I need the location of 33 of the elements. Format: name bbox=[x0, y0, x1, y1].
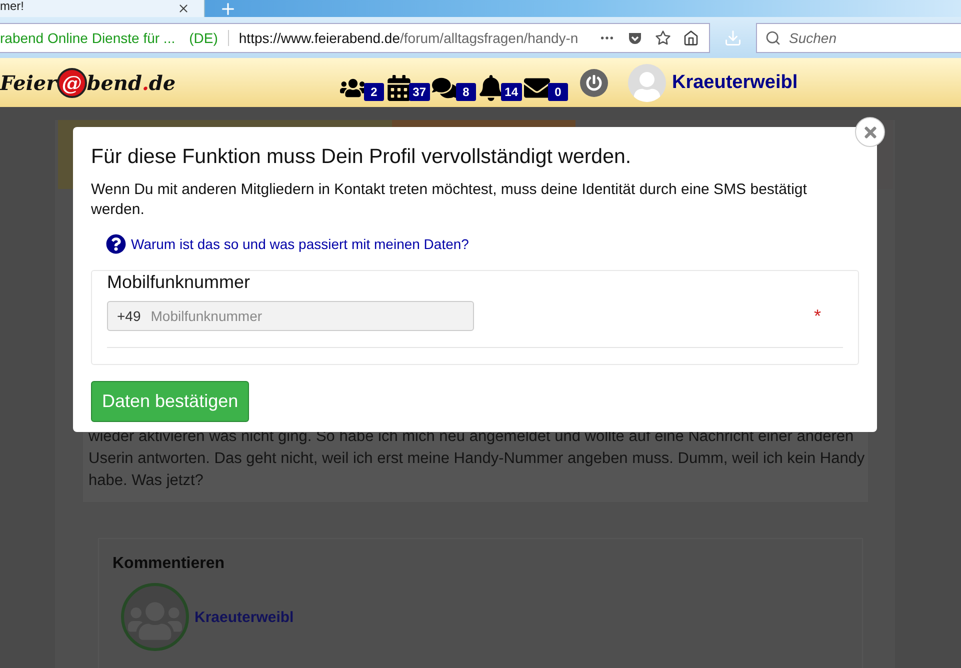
bell-icon[interactable] bbox=[478, 74, 504, 100]
browser-tab[interactable]: mer! bbox=[0, 0, 205, 17]
count-badge: 2 bbox=[364, 82, 384, 100]
search-icon bbox=[765, 30, 781, 46]
url-text: https://www.feierabend.de/forum/alltagsfragen/handy-n bbox=[238, 30, 580, 46]
post-text: habe. Was jetzt? bbox=[88, 471, 204, 492]
power-icon[interactable] bbox=[580, 68, 608, 96]
country-code: +49 bbox=[117, 308, 141, 324]
phone-field[interactable]: +49 Mobilfunknummer bbox=[107, 301, 474, 331]
site-identity: rabend Online Dienste für ... (DE) bbox=[0, 30, 229, 46]
field-label: Mobilfunknummer bbox=[107, 271, 252, 293]
user-name[interactable]: Kraeuterweibl bbox=[672, 72, 798, 94]
count-badge: 0 bbox=[548, 82, 568, 100]
close-button[interactable] bbox=[855, 117, 885, 147]
question-icon[interactable] bbox=[106, 234, 126, 254]
calendar-icon[interactable] bbox=[386, 74, 412, 100]
comment-heading: Kommentieren bbox=[112, 555, 226, 574]
count-badge: 8 bbox=[456, 82, 476, 100]
close-icon[interactable] bbox=[177, 2, 190, 15]
count-badge: 37 bbox=[408, 82, 430, 100]
close-icon bbox=[862, 124, 878, 140]
count-badge: 14 bbox=[500, 82, 522, 100]
search-field[interactable]: Suchen bbox=[756, 22, 961, 52]
star-icon[interactable] bbox=[655, 30, 671, 46]
dialog-title: Für diese Funktion muss Dein Profil vervollständigt werden. bbox=[91, 145, 632, 169]
home-icon[interactable] bbox=[683, 30, 699, 46]
address-bar[interactable]: rabend Online Dienste für ... (DE) https://www.feierabend.de/forum/alltagsfragen/handy-n bbox=[0, 22, 710, 52]
dialog-text: Wenn Du mit anderen Mitgliedern in Kontakt treten möchtest, muss deine Identität durch eine SMS bestätigt werden. bbox=[91, 180, 808, 220]
required-mark: * bbox=[814, 306, 821, 326]
help-link[interactable]: Warum ist das so und was passiert mit meinen Daten? bbox=[131, 236, 469, 252]
phone-input[interactable]: Mobilfunknummer bbox=[148, 307, 473, 325]
plus-icon[interactable] bbox=[219, 0, 237, 18]
tab-title: mer! bbox=[0, 0, 24, 12]
